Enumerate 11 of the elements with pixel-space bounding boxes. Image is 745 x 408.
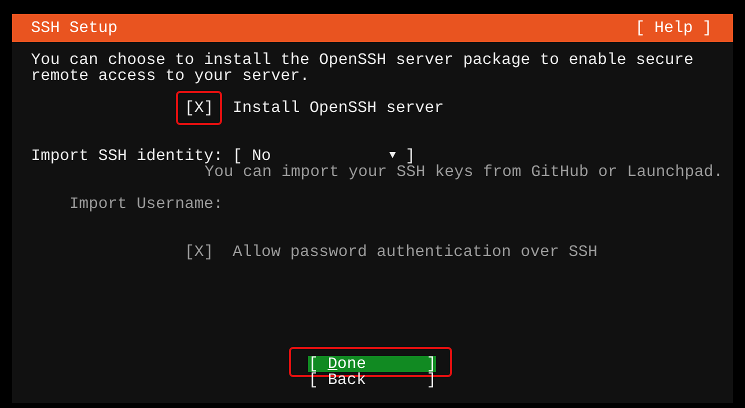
menu-button[interactable]: [ Done ] xyxy=(308,356,436,372)
field-label: Import Username: xyxy=(68,196,224,212)
field-label: Import SSH identity: xyxy=(31,148,224,164)
help-button[interactable]: [ Help ] xyxy=(635,20,712,36)
hint-text: You can import your SSH keys from GitHub or Launchpad. xyxy=(204,164,723,180)
description-text: You can choose to install the OpenSSH server package to enable secure remote access to your server. xyxy=(31,52,695,84)
window-title: SSH Setup xyxy=(31,20,118,36)
checkbox-label: Allow password authentication over SSH xyxy=(232,244,598,260)
checkbox-label: Install OpenSSH server xyxy=(232,100,444,116)
dropdown[interactable]: [ No ▼ ] xyxy=(232,148,416,164)
checkbox[interactable]: [X] xyxy=(184,100,214,116)
